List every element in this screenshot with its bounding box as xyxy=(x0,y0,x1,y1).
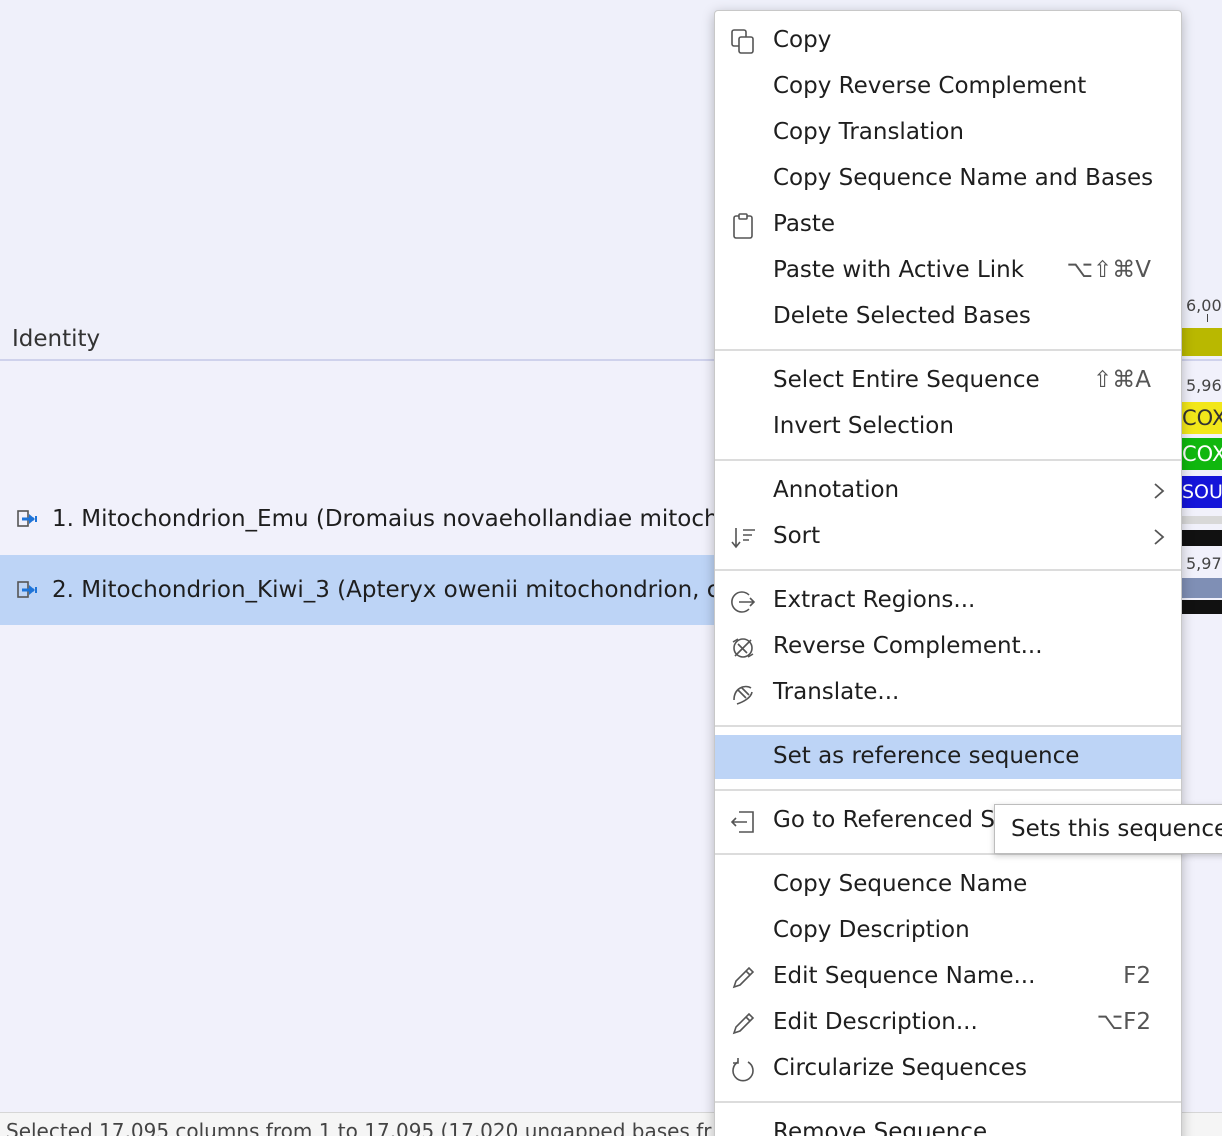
sequence-name: 1. Mitochondrion_Emu (Dromaius novaeholl… xyxy=(52,506,716,532)
menu-item-label: Annotation xyxy=(773,477,900,503)
menu-item-label: Circularize Sequences xyxy=(773,1055,1027,1081)
menu-item-label: Delete Selected Bases xyxy=(773,303,1031,329)
sequence-track xyxy=(1182,516,1222,524)
menu-item-extract-regions[interactable]: Extract Regions... xyxy=(715,579,1181,623)
menu-item-circularize-sequences[interactable]: Circularize Sequences xyxy=(715,1047,1181,1091)
extract-icon xyxy=(731,591,756,613)
menu-item-annotation[interactable]: Annotation xyxy=(715,469,1181,513)
menu-item-copy-translation[interactable]: Copy Translation xyxy=(715,111,1181,155)
annotation-track[interactable]: COX xyxy=(1182,438,1222,470)
annotation-track[interactable]: sou xyxy=(1182,476,1222,508)
sequence-track xyxy=(1182,578,1222,598)
menu-item-label: Paste with Active Link xyxy=(773,257,1025,283)
ruler-tick xyxy=(1207,314,1208,322)
menu-separator xyxy=(715,569,1181,571)
sequence-link-icon xyxy=(17,581,37,598)
sequence-row-1[interactable]: 1. Mitochondrion_Emu (Dromaius novaeholl… xyxy=(0,484,716,554)
menu-item-copy-reverse-complement[interactable]: Copy Reverse Complement xyxy=(715,65,1181,109)
menu-item-label: Reverse Complement... xyxy=(773,633,1043,659)
menu-item-copy[interactable]: Copy xyxy=(715,19,1181,63)
menu-item-label: Edit Sequence Name... xyxy=(773,963,1036,989)
menu-item-label: Extract Regions... xyxy=(773,587,976,613)
menu-item-label: Remove Sequence xyxy=(773,1119,988,1136)
menu-item-label: Go to Referenced Se xyxy=(773,807,1010,833)
menu-separator xyxy=(715,1101,1181,1103)
menu-item-label: Sort xyxy=(773,523,821,549)
menu-separator xyxy=(715,789,1181,791)
menu-item-label: Edit Description... xyxy=(773,1009,978,1035)
pencil-icon xyxy=(732,966,755,989)
menu-item-remove-sequence[interactable]: Remove Sequence xyxy=(715,1111,1181,1136)
menu-item-label: Copy Translation xyxy=(773,119,964,145)
sequence-link-icon xyxy=(17,510,37,527)
menu-separator xyxy=(715,459,1181,461)
menu-item-reverse-complement[interactable]: Reverse Complement... xyxy=(715,625,1181,669)
shortcut-hint: F2 xyxy=(1123,963,1151,989)
menu-item-set-reference-sequence[interactable]: Set as reference sequence xyxy=(715,735,1181,779)
chevron-right-icon xyxy=(1154,529,1165,545)
menu-item-translate[interactable]: Translate... xyxy=(715,671,1181,715)
go-to-link-icon xyxy=(730,811,754,833)
menu-item-label: Translate... xyxy=(773,679,900,705)
tooltip: Sets this sequence xyxy=(994,804,1222,854)
clipboard-icon xyxy=(733,213,753,239)
menu-item-label: Paste xyxy=(773,211,836,237)
menu-item-label: Copy Description xyxy=(773,917,970,943)
menu-item-invert-selection[interactable]: Invert Selection xyxy=(715,405,1181,449)
pencil-icon xyxy=(732,1012,755,1035)
context-menu: Copy Copy Reverse Complement Copy Transl… xyxy=(714,10,1182,1136)
menu-separator xyxy=(715,349,1181,351)
tooltip-text: Sets this sequence xyxy=(1011,816,1222,842)
shortcut-hint: ⌥⇧⌘V xyxy=(1066,257,1151,283)
translate-icon xyxy=(733,685,753,705)
shortcut-hint: ⌥F2 xyxy=(1096,1009,1151,1035)
reverse-complement-icon xyxy=(732,638,754,658)
menu-item-sort[interactable]: Sort xyxy=(715,515,1181,559)
menu-item-copy-sequence-name[interactable]: Copy Sequence Name xyxy=(715,863,1181,907)
menu-item-edit-sequence-name[interactable]: Edit Sequence Name... F2 xyxy=(715,955,1181,999)
menu-item-label: Copy Sequence Name xyxy=(773,871,1028,897)
shortcut-hint: ⇧⌘A xyxy=(1092,367,1151,393)
chevron-right-icon xyxy=(1154,483,1165,499)
menu-item-edit-description[interactable]: Edit Description... ⌥F2 xyxy=(715,1001,1181,1045)
sequence-track xyxy=(1182,530,1222,546)
menu-item-select-entire-sequence[interactable]: Select Entire Sequence ⇧⌘A xyxy=(715,359,1181,403)
menu-item-label: Select Entire Sequence xyxy=(773,367,1040,393)
menu-item-paste-active-link[interactable]: Paste with Active Link ⌥⇧⌘V xyxy=(715,249,1181,293)
menu-item-label: Set as reference sequence xyxy=(773,743,1080,769)
menu-item-delete-selected-bases[interactable]: Delete Selected Bases xyxy=(715,295,1181,339)
menu-item-copy-description[interactable]: Copy Description xyxy=(715,909,1181,953)
copy-icon xyxy=(731,29,754,54)
sequence-track-strip: 6,000 5,969 COX COX sou 5,978 xyxy=(1182,290,1222,630)
ruler-label: 5,969 xyxy=(1186,376,1222,395)
status-text: Selected 17,095 columns from 1 to 17,095… xyxy=(6,1119,712,1136)
sequence-row-2[interactable]: 2. Mitochondrion_Kiwi_3 (Apteryx owenii … xyxy=(0,555,716,625)
sort-icon xyxy=(731,528,755,549)
menu-item-copy-name-and-bases[interactable]: Copy Sequence Name and Bases xyxy=(715,157,1181,201)
menu-item-label: Copy Reverse Complement xyxy=(773,73,1087,99)
ruler-label: 6,000 xyxy=(1186,296,1222,315)
ruler-label: 5,978 xyxy=(1186,554,1222,573)
circular-arrow-icon xyxy=(732,1058,754,1082)
menu-item-label: Copy Sequence Name and Bases xyxy=(773,165,1154,191)
identity-label: Identity xyxy=(12,326,101,352)
menu-item-label: Copy xyxy=(773,27,832,53)
menu-item-label: Invert Selection xyxy=(773,413,954,439)
sequence-name: 2. Mitochondrion_Kiwi_3 (Apteryx owenii … xyxy=(52,577,716,603)
menu-item-paste[interactable]: Paste xyxy=(715,203,1181,247)
sequence-track xyxy=(1182,600,1222,614)
consensus-track xyxy=(1182,328,1222,356)
annotation-track[interactable]: COX xyxy=(1182,402,1222,434)
menu-separator xyxy=(715,725,1181,727)
